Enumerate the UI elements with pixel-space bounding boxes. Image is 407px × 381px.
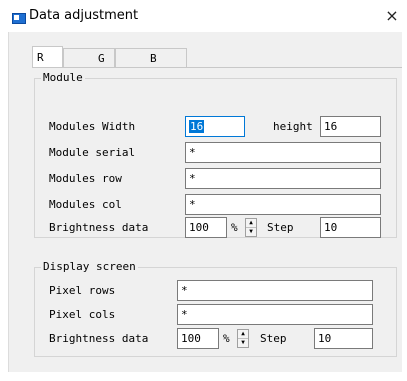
modules-col-field[interactable]: *: [185, 194, 381, 215]
pixel-rows-label: Pixel rows: [49, 284, 116, 297]
tab-r[interactable]: R: [32, 46, 63, 68]
modules-row-field[interactable]: *: [185, 168, 381, 189]
modules-row-label: Modules row: [49, 172, 122, 185]
display-brightness-spinner[interactable]: ▲ ▼: [237, 329, 249, 348]
height-label: height: [273, 120, 313, 133]
spin-down-icon[interactable]: ▼: [246, 228, 256, 236]
display-step-field[interactable]: 10: [314, 328, 373, 349]
module-step-label: Step: [267, 221, 294, 234]
tab-divider: [32, 67, 402, 68]
pixel-cols-label: Pixel cols: [49, 308, 116, 321]
display-group-title: Display screen: [41, 260, 138, 274]
dialog-client: R G B Module Modules Width 16 height 16 …: [8, 32, 402, 372]
modules-width-label: Modules Width: [49, 120, 136, 133]
app-icon: [12, 13, 26, 24]
module-group-title: Module: [41, 71, 85, 85]
pixel-rows-field[interactable]: *: [177, 280, 373, 301]
tab-g[interactable]: G: [63, 48, 115, 68]
display-brightness-label: Brightness data: [49, 332, 149, 345]
spin-up-icon[interactable]: ▲: [238, 330, 248, 339]
display-screen-group: Display screen Pixel rows * Pixel cols *…: [34, 260, 397, 357]
module-brightness-field[interactable]: 100: [185, 217, 227, 238]
module-brightness-spinner[interactable]: ▲ ▼: [245, 218, 257, 237]
title-bar: Data adjustment ×: [0, 0, 407, 32]
close-button[interactable]: ×: [377, 0, 407, 32]
module-brightness-label: Brightness data: [49, 221, 149, 234]
height-field[interactable]: 16: [320, 116, 381, 137]
modules-width-value: 16: [189, 120, 205, 133]
modules-width-field[interactable]: 16: [185, 116, 245, 137]
display-percent-label: %: [223, 332, 230, 345]
module-group: Module Modules Width 16 height 16 Module…: [34, 71, 397, 238]
module-step-field[interactable]: 10: [320, 217, 381, 238]
tab-b[interactable]: B: [115, 48, 187, 68]
module-percent-label: %: [231, 221, 238, 234]
display-step-label: Step: [260, 332, 287, 345]
spin-up-icon[interactable]: ▲: [246, 219, 256, 228]
modules-col-label: Modules col: [49, 198, 122, 211]
pixel-cols-field[interactable]: *: [177, 304, 373, 325]
window-title: Data adjustment: [29, 8, 139, 23]
module-serial-field[interactable]: *: [185, 142, 381, 163]
module-serial-label: Module serial: [49, 146, 136, 159]
display-brightness-field[interactable]: 100: [177, 328, 219, 349]
spin-down-icon[interactable]: ▼: [238, 339, 248, 347]
